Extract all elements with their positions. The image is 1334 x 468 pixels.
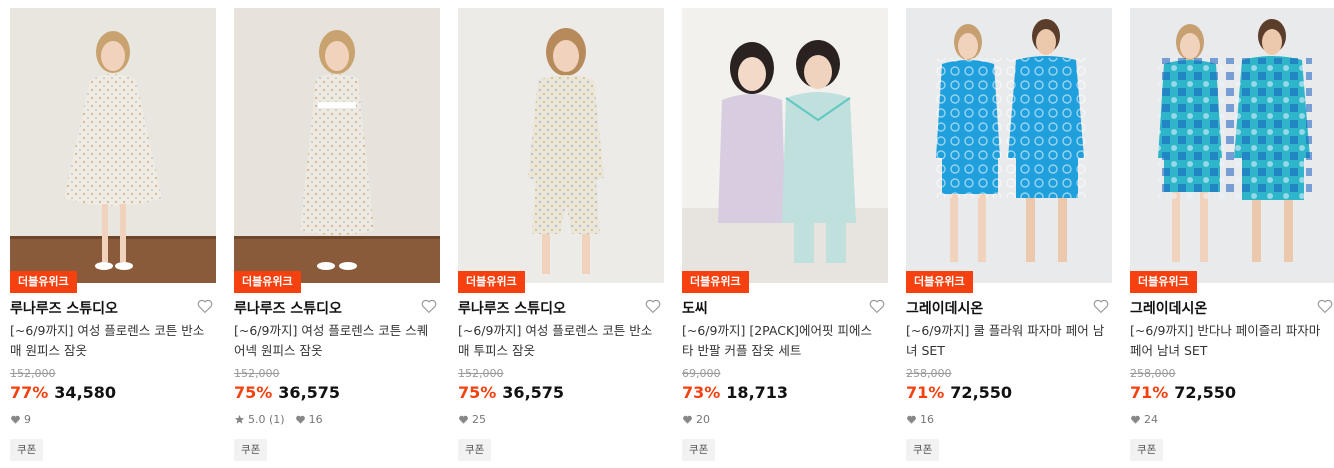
sale-price: 36,575 [502, 383, 565, 402]
discount-rate: 71% [1130, 383, 1169, 402]
brand-name[interactable]: 루나루즈 스튜디오 [10, 298, 118, 318]
wishlist-heart-icon[interactable] [1092, 297, 1110, 315]
discount-rate: 75% [234, 383, 273, 402]
product-title[interactable]: [~6/9까지] [2PACK]에어핏 피에스타 반팔 커플 잠옷 세트 [682, 321, 882, 361]
brand-name[interactable]: 도씨 [682, 298, 708, 318]
discount-rate: 73% [682, 383, 721, 402]
coupon-tag[interactable]: 쿠폰 [1130, 439, 1164, 461]
product-image[interactable] [906, 8, 1112, 283]
likes-count: 16 [308, 413, 323, 426]
brand-name[interactable]: 루나루즈 스튜디오 [458, 298, 566, 318]
price-row: 73% 18,713 [682, 383, 788, 402]
heart-filled-icon [906, 414, 917, 425]
product-title[interactable]: [~6/9까지] 여성 플로렌스 코튼 반소매 원피스 잠옷 [10, 321, 210, 361]
product-title[interactable]: [~6/9까지] 여성 플로렌스 코튼 반소매 투피스 잠옷 [458, 321, 658, 361]
product-title[interactable]: [~6/9까지] 반다나 페이즐리 파자마 페어 남녀 SET [1130, 321, 1330, 361]
likes-count: 9 [24, 413, 31, 426]
coupon-tag[interactable]: 쿠폰 [234, 439, 268, 461]
product-meta: 20 [682, 413, 710, 426]
likes-count: 25 [472, 413, 486, 426]
price-row: 71% 72,550 [1130, 383, 1236, 402]
event-badge: 더블유위크 [682, 271, 749, 293]
price-row: 75% 36,575 [234, 383, 340, 402]
product-meta: 5.0 (1) 16 [234, 413, 323, 426]
product-meta: 16 [906, 413, 934, 426]
product-meta: 24 [1130, 413, 1158, 426]
product-image[interactable] [682, 8, 888, 283]
original-price: 152,000 [10, 367, 56, 380]
likes-count: 16 [920, 413, 934, 426]
review-count: (1) [269, 413, 285, 426]
original-price: 69,000 [682, 367, 721, 380]
heart-filled-icon [682, 414, 693, 425]
product-image[interactable] [458, 8, 664, 283]
product-card[interactable]: 더블유위크 그레이데시온 [~6/9까지] 반다나 페이즐리 파자마 페어 남녀… [1130, 8, 1334, 466]
discount-rate: 71% [906, 383, 945, 402]
wishlist-heart-icon[interactable] [1316, 297, 1334, 315]
product-image[interactable] [10, 8, 216, 283]
brand-name[interactable]: 루나루즈 스튜디오 [234, 298, 342, 318]
event-badge: 더블유위크 [10, 271, 77, 293]
price-row: 75% 36,575 [458, 383, 564, 402]
heart-filled-icon [1130, 414, 1141, 425]
heart-filled-icon [295, 414, 306, 425]
original-price: 258,000 [906, 367, 952, 380]
price-row: 77% 34,580 [10, 383, 116, 402]
coupon-tag[interactable]: 쿠폰 [906, 439, 940, 461]
event-badge: 더블유위크 [458, 271, 525, 293]
product-meta: 25 [458, 413, 486, 426]
product-image[interactable] [234, 8, 440, 283]
product-card[interactable]: 더블유위크 루나루즈 스튜디오 [~6/9까지] 여성 플로렌스 코튼 반소매 … [10, 8, 216, 466]
product-title[interactable]: [~6/9까지] 쿨 플라워 파자마 페어 남녀 SET [906, 321, 1106, 361]
discount-rate: 77% [10, 383, 49, 402]
wishlist-heart-icon[interactable] [196, 297, 214, 315]
star-icon [234, 414, 245, 425]
brand-name[interactable]: 그레이데시온 [906, 298, 983, 318]
original-price: 152,000 [458, 367, 504, 380]
event-badge: 더블유위크 [906, 271, 973, 293]
coupon-tag[interactable]: 쿠폰 [458, 439, 492, 461]
event-badge: 더블유위크 [234, 271, 301, 293]
wishlist-heart-icon[interactable] [644, 297, 662, 315]
wishlist-heart-icon[interactable] [420, 297, 438, 315]
heart-filled-icon [458, 414, 469, 425]
coupon-tag[interactable]: 쿠폰 [682, 439, 716, 461]
sale-price: 72,550 [1174, 383, 1237, 402]
likes-count: 24 [1144, 413, 1158, 426]
discount-rate: 75% [458, 383, 497, 402]
product-grid: 더블유위크 루나루즈 스튜디오 [~6/9까지] 여성 플로렌스 코튼 반소매 … [0, 0, 1334, 468]
product-image[interactable] [1130, 8, 1334, 283]
coupon-tag[interactable]: 쿠폰 [10, 439, 44, 461]
original-price: 258,000 [1130, 367, 1176, 380]
product-card[interactable]: 더블유위크 도씨 [~6/9까지] [2PACK]에어핏 피에스타 반팔 커플 … [682, 8, 888, 466]
rating-value: 5.0 [248, 413, 266, 426]
heart-filled-icon [10, 414, 21, 425]
product-card[interactable]: 더블유위크 루나루즈 스튜디오 [~6/9까지] 여성 플로렌스 코튼 반소매 … [458, 8, 664, 466]
sale-price: 36,575 [278, 383, 341, 402]
sale-price: 18,713 [726, 383, 789, 402]
sale-price: 34,580 [54, 383, 117, 402]
product-card[interactable]: 더블유위크 그레이데시온 [~6/9까지] 쿨 플라워 파자마 페어 남녀 SE… [906, 8, 1112, 466]
product-title[interactable]: [~6/9까지] 여성 플로렌스 코튼 스퀘어넥 원피스 잠옷 [234, 321, 434, 361]
price-row: 71% 72,550 [906, 383, 1012, 402]
wishlist-heart-icon[interactable] [868, 297, 886, 315]
product-meta: 9 [10, 413, 31, 426]
sale-price: 72,550 [950, 383, 1013, 402]
likes-count: 20 [696, 413, 710, 426]
original-price: 152,000 [234, 367, 280, 380]
event-badge: 더블유위크 [1130, 271, 1197, 293]
product-card[interactable]: 더블유위크 루나루즈 스튜디오 [~6/9까지] 여성 플로렌스 코튼 스퀘어넥… [234, 8, 440, 466]
brand-name[interactable]: 그레이데시온 [1130, 298, 1207, 318]
